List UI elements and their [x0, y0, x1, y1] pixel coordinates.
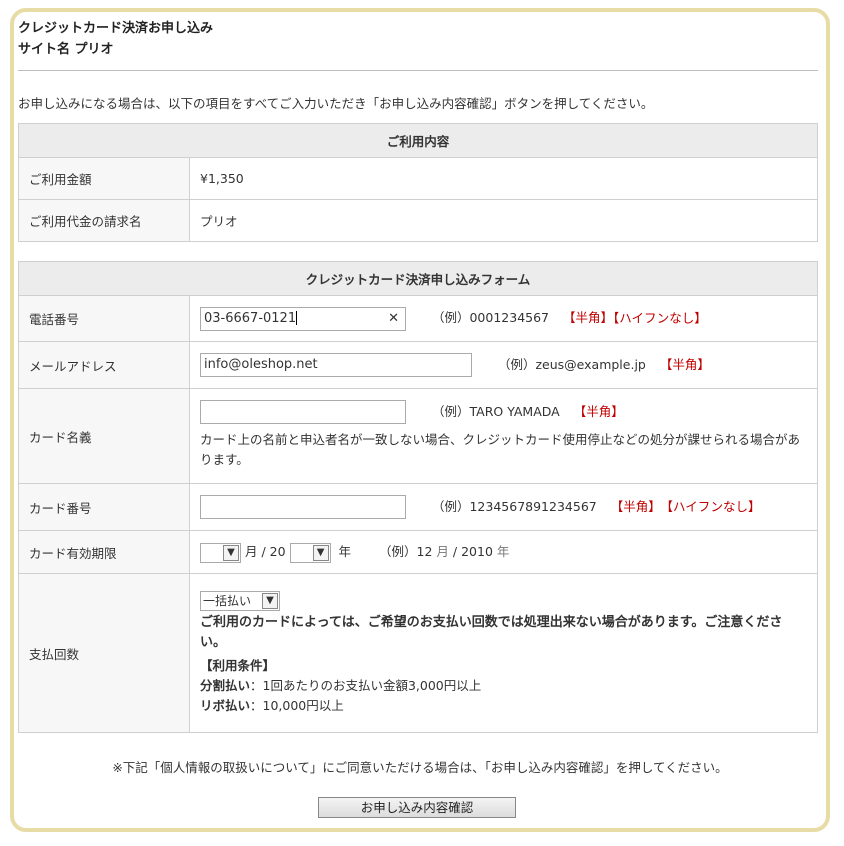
divider [18, 70, 818, 71]
email-label: メールアドレス [18, 341, 190, 389]
clear-icon[interactable]: ✕ [388, 308, 399, 330]
expiry-row: カード有効期限 ▼ 月 / 20 ▼ 年 （例）12 月 / 2010 年 [18, 530, 818, 574]
expiry-example-month: 月 [436, 544, 449, 560]
consent-note: ※下記「個人情報の取扱いについて」にご同意いただける場合は、「お申し込み内容確認… [112, 760, 728, 775]
cardname-example: （例）TARO YAMADA [431, 403, 560, 419]
email-example: （例）zeus@example.jp [497, 356, 646, 372]
billing-name-value: プリオ [189, 199, 818, 242]
site-name: サイト名 プリオ [18, 42, 114, 57]
confirm-button[interactable]: お申し込み内容確認 [318, 797, 516, 818]
halfwidth-tag: 【半角】 [573, 403, 624, 419]
expiry-month-select[interactable]: ▼ [200, 542, 241, 563]
email-row: メールアドレス info@oleshop.net （例）zeus@example… [18, 341, 818, 389]
condition-revolving: リボ払い：10,000円以上 [200, 697, 344, 713]
page-title: クレジットカード決済お申し込み [18, 21, 214, 36]
installment-select[interactable]: 一括払い ▼ [200, 590, 280, 611]
phone-value: 03-6667-0121 [204, 310, 297, 326]
amount-value: ¥1,350 [189, 157, 818, 200]
cardname-input[interactable] [200, 400, 406, 424]
cardname-row: カード名義 （例）TARO YAMADA 【半角】 カード上の名前と申込者名が一… [18, 388, 818, 484]
cardname-note: カード上の名前と申込者名が一致しない場合、クレジットカード使用停止などの処分が課… [200, 432, 801, 467]
chevron-down-icon: ▼ [262, 592, 278, 609]
phone-row: 電話番号 03-6667-0121 ✕ （例）0001234567 【半角】【ハ… [18, 295, 818, 342]
intro-text: お申し込みになる場合は、以下の項目をすべてご入力いただき「お申し込み内容確認」ボ… [18, 96, 654, 111]
month-separator: 月 / 20 [244, 544, 286, 560]
payment-warning: ご利用のカードによっては、ご希望のお支払い回数では処理出来ない場合があります。ご… [200, 614, 783, 650]
halfwidth-tag: 【半角】 [610, 498, 661, 514]
cardnum-example: （例）1234567891234567 [431, 498, 597, 514]
phone-example: （例）0001234567 [431, 310, 550, 325]
chevron-down-icon: ▼ [312, 544, 329, 561]
no-hyphen-tag: 【ハイフンなし】 [666, 498, 761, 514]
expiry-example-year-unit: 年 [496, 544, 510, 560]
halfwidth-tag: 【半角】 [563, 310, 614, 325]
condition-installment: 分割払い：1回あたりのお支払い金額3,000円以上 [200, 677, 482, 693]
table-row: ご利用金額 ¥1,350 [18, 157, 818, 200]
email-input[interactable]: info@oleshop.net [200, 353, 472, 377]
year-unit: 年 [338, 544, 352, 560]
main-panel: クレジットカード決済お申し込み サイト名 プリオ お申し込みになる場合は、以下の… [10, 8, 830, 832]
payment-row: 支払回数 一括払い ▼ ご利用のカードによっては、ご希望のお支払い回数では処理出… [18, 573, 818, 733]
page-header: クレジットカード決済お申し込み サイト名 プリオ [18, 18, 213, 60]
expiry-label: カード有効期限 [18, 530, 190, 574]
halfwidth-tag: 【半角】 [659, 356, 710, 372]
expiry-example: （例）12 [379, 544, 433, 560]
phone-label: 電話番号 [18, 295, 190, 342]
expiry-example-year: / 2010 [452, 544, 493, 560]
cardname-label: カード名義 [18, 388, 190, 484]
email-value: info@oleshop.net [204, 357, 318, 372]
no-hyphen-tag: 【ハイフンなし】 [613, 310, 707, 325]
payment-label: 支払回数 [18, 573, 190, 733]
conditions-title: 【利用条件】 [200, 657, 276, 673]
table-row: ご利用代金の請求名 プリオ [18, 199, 818, 242]
billing-name-label: ご利用代金の請求名 [18, 199, 190, 242]
phone-input[interactable]: 03-6667-0121 ✕ [200, 306, 406, 331]
usage-table: ご利用内容 ご利用金額 ¥1,350 ご利用代金の請求名 プリオ [18, 123, 818, 242]
cardnum-input[interactable] [200, 495, 406, 519]
cardnum-row: カード番号 （例）1234567891234567 【半角】 【ハイフンなし】 [18, 483, 818, 531]
usage-heading: ご利用内容 [18, 123, 818, 158]
amount-label: ご利用金額 [18, 157, 190, 200]
expiry-year-select[interactable]: ▼ [289, 542, 331, 563]
chevron-down-icon: ▼ [223, 544, 239, 561]
cardnum-label: カード番号 [18, 483, 190, 531]
text-cursor [296, 311, 298, 325]
payment-form-table: クレジットカード決済申し込みフォーム 電話番号 03-6667-0121 ✕ （… [18, 261, 818, 733]
form-heading: クレジットカード決済申し込みフォーム [18, 261, 818, 296]
